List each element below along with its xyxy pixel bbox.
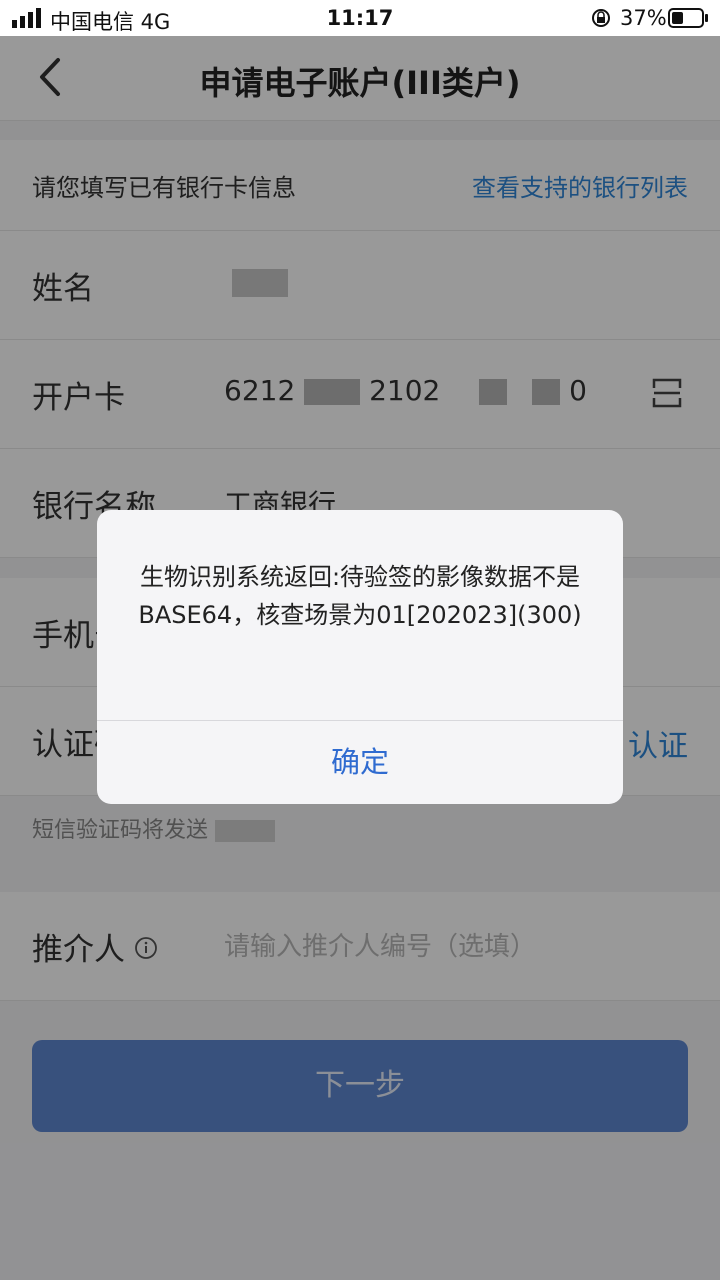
alert-dialog: 生物识别系统返回:待验签的影像数据不是BASE64，核查场景为01[202023… [97,510,623,804]
rotation-lock-icon [590,7,612,34]
confirm-button[interactable]: 确定 [97,721,623,804]
status-bar: 中国电信 4G 11:17 37% [0,0,720,36]
battery-icon [668,8,710,33]
alert-message: 生物识别系统返回:待验签的影像数据不是BASE64，核查场景为01[202023… [138,563,582,629]
clock: 11:17 [326,6,394,30]
battery-percent: 37% [620,6,667,30]
